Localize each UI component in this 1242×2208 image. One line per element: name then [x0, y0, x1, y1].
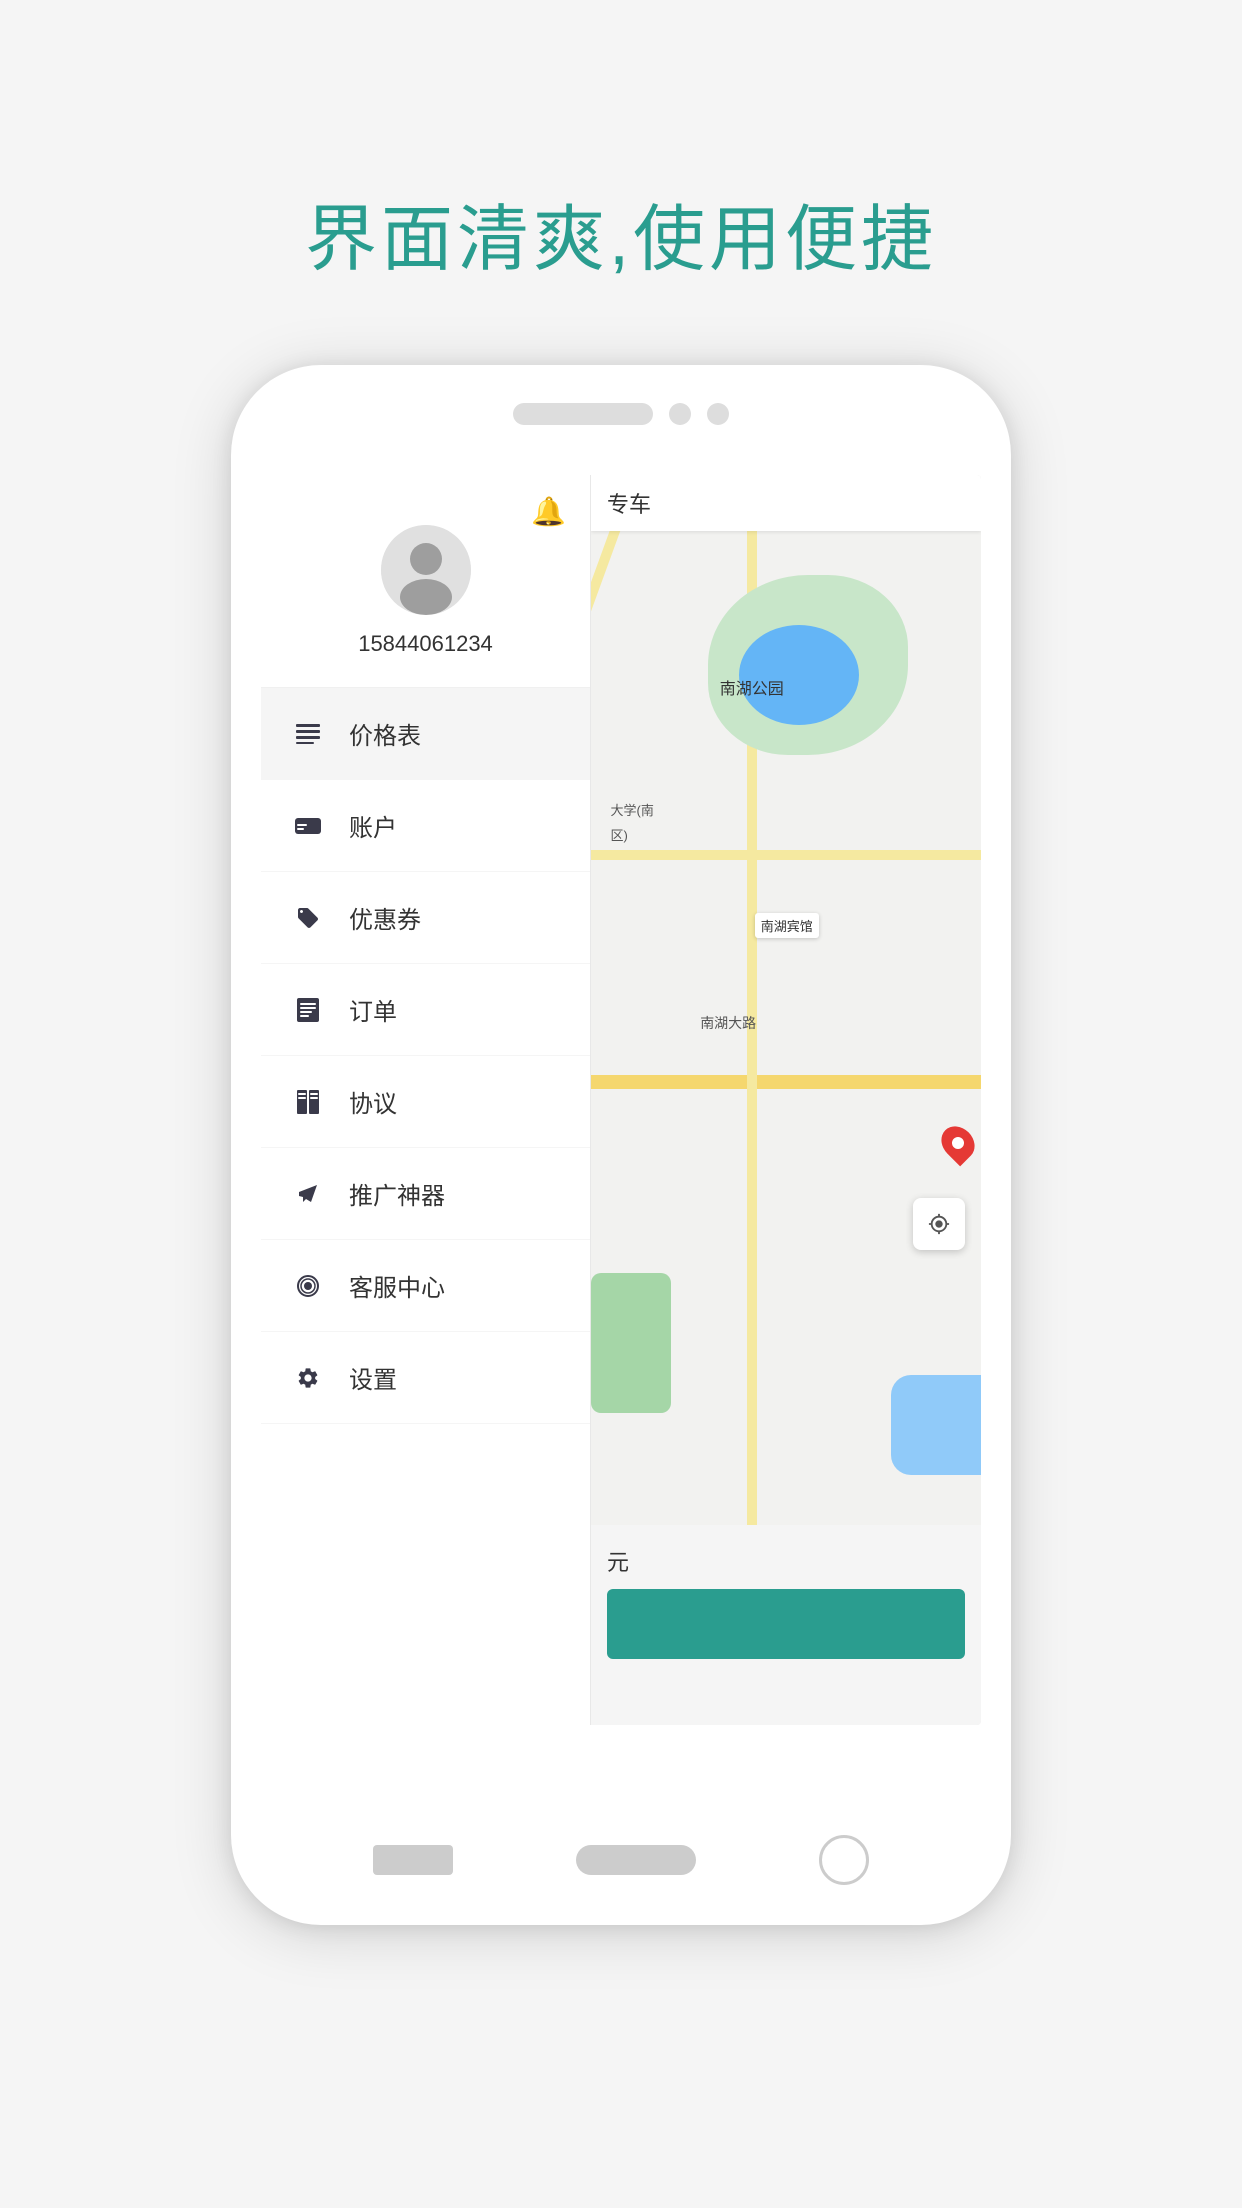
phone-mockup: 🔔 15844061234: [231, 365, 1011, 1925]
map-green-area: [591, 1273, 671, 1413]
map-road-h1: [591, 1075, 981, 1089]
customer-service-icon: [291, 1274, 325, 1298]
menu-item-settings[interactable]: 设置: [261, 1332, 590, 1424]
menu-label-orders: 订单: [349, 992, 397, 1027]
menu-label-agreement: 协议: [349, 1084, 397, 1119]
avatar: [381, 525, 471, 615]
map-road-h2: [591, 850, 981, 860]
page-title: 界面清爽,使用便捷: [305, 180, 937, 285]
order-button[interactable]: [607, 1589, 965, 1659]
phone-shell: 🔔 15844061234: [231, 365, 1011, 1925]
gps-button[interactable]: [913, 1198, 965, 1250]
menu-label-account: 账户: [349, 808, 397, 843]
settings-icon: [291, 1366, 325, 1390]
menu-item-orders[interactable]: 订单: [261, 964, 590, 1056]
menu-item-coupon[interactable]: 优惠券: [261, 872, 590, 964]
agreement-icon: [291, 1090, 325, 1114]
menu-item-promotion[interactable]: 推广神器: [261, 1148, 590, 1240]
menu-item-agreement[interactable]: 协议: [261, 1056, 590, 1148]
phone-camera2: [707, 403, 729, 425]
map-top-label: 专车: [607, 487, 651, 519]
map-bottom-card: 元: [591, 1525, 981, 1725]
nav-home-button[interactable]: [576, 1845, 696, 1875]
phone-top-bar: [513, 403, 729, 425]
location-label2: 大学(南: [611, 800, 654, 819]
menu-item-account[interactable]: 账户: [261, 780, 590, 872]
price-display: 元: [607, 1545, 965, 1577]
menu-label-coupon: 优惠券: [349, 900, 421, 935]
phone-screen: 🔔 15844061234: [261, 475, 981, 1725]
menu-list: 价格表 账户: [261, 688, 590, 1725]
coupon-icon: [291, 906, 325, 930]
map-water: [891, 1375, 981, 1475]
user-phone: 15844061234: [358, 631, 493, 657]
menu-label-price-list: 价格表: [349, 716, 421, 751]
bell-icon[interactable]: 🔔: [531, 495, 566, 528]
menu-item-customer-service[interactable]: 客服中心: [261, 1240, 590, 1332]
phone-camera: [669, 403, 691, 425]
phone-bottom-nav: [231, 1835, 1011, 1885]
menu-label-settings: 设置: [349, 1360, 397, 1395]
menu-item-price-list[interactable]: 价格表: [261, 688, 590, 780]
map-marker: [935, 1120, 981, 1167]
map-panel: 专车 南湖公园 南湖大路 南湖宾馆: [591, 475, 981, 1725]
orders-icon: [291, 998, 325, 1022]
drawer-panel: 🔔 15844061234: [261, 475, 591, 1725]
menu-label-customer-service: 客服中心: [349, 1268, 445, 1303]
profile-section: 🔔 15844061234: [261, 475, 590, 688]
phone-speaker: [513, 403, 653, 425]
location-label3: 区): [611, 825, 628, 844]
price-list-icon: [291, 724, 325, 744]
menu-label-promotion: 推广神器: [349, 1176, 445, 1211]
map-top-bar: 专车: [591, 475, 981, 531]
nav-recent-button[interactable]: [819, 1835, 869, 1885]
account-icon: [291, 816, 325, 836]
road-label: 南湖大路: [700, 1013, 756, 1033]
park-label: 南湖公园: [720, 675, 784, 699]
promotion-icon: [291, 1183, 325, 1205]
nav-back-button[interactable]: [373, 1845, 453, 1875]
location-label-hotel: 南湖宾馆: [755, 913, 819, 938]
